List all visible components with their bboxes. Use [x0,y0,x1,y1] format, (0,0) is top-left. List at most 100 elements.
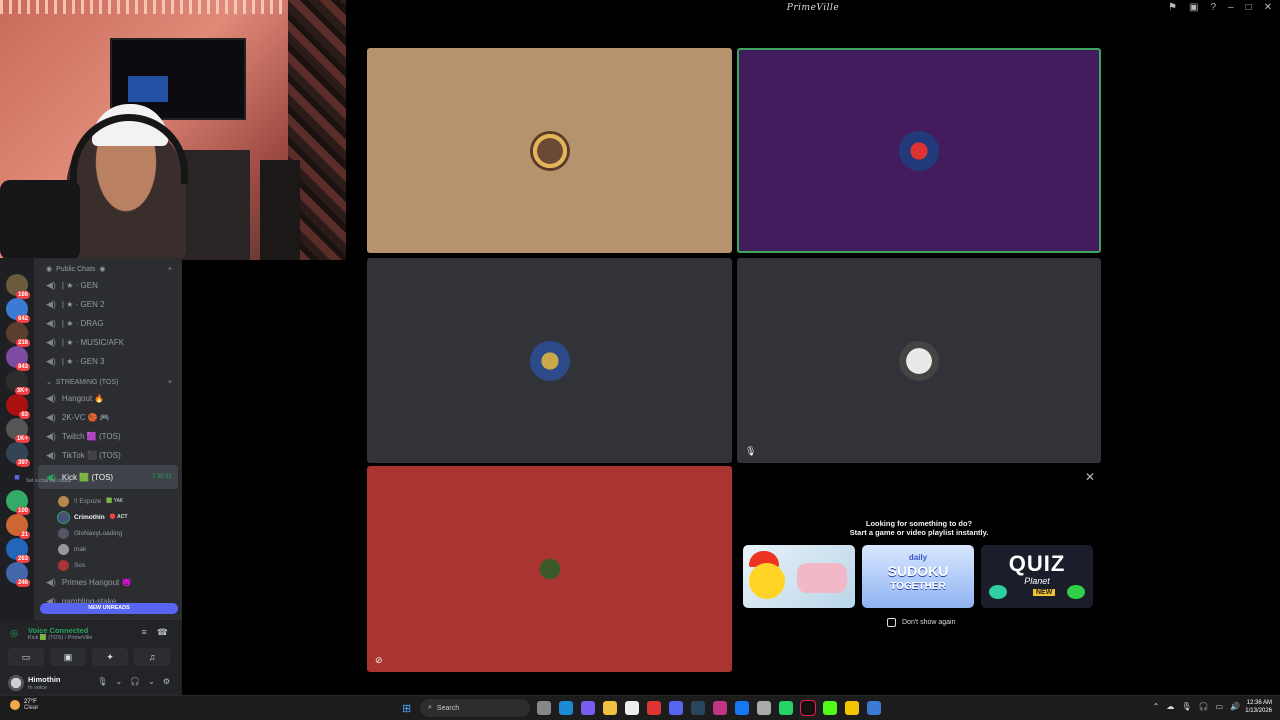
server-icon[interactable]: 100 [6,490,30,515]
edge-icon[interactable] [559,701,573,715]
chatgpt-icon[interactable] [757,701,771,715]
chevron-down-icon[interactable]: ⌄ [115,677,122,686]
minimize-icon[interactable]: – [1228,2,1234,13]
headphones-icon[interactable]: 🎧 [130,677,140,686]
voice-channel[interactable]: ◀) | ★ · GEN 2 [34,295,182,314]
activities-button[interactable]: ✦ [92,648,128,666]
task-view-icon[interactable] [537,701,551,715]
steam-icon[interactable] [691,701,705,715]
username[interactable]: Himothin [28,675,61,684]
taskbar-search[interactable]: ⌕ Search [420,699,530,717]
voice-channel[interactable]: ◀) TikTok ⬛ (TOS) [34,446,182,465]
shelf [180,150,250,260]
folder-icon[interactable]: ■ [6,466,28,488]
server-icon[interactable]: 216 [6,322,30,347]
mic-icon[interactable]: 🎙 [1181,702,1191,711]
participant-tile[interactable] [367,258,732,463]
voice-member[interactable]: GloNavyLoading [34,525,182,541]
add-channel-icon[interactable]: + [168,266,172,273]
participant-tile[interactable] [367,48,732,253]
cloud-icon[interactable]: ☁ [1166,702,1174,711]
server-icon[interactable]: 843 [6,346,30,371]
checkbox[interactable] [887,618,896,627]
microphone-icon[interactable]: 🎙 [97,677,107,686]
whatsapp-icon[interactable] [779,701,793,715]
voice-channel-active[interactable]: ◀) Kick 🟩 (TOS) 7:30:31 [38,465,178,489]
server-icon[interactable]: 3K+ [6,370,30,395]
store-icon[interactable] [625,701,639,715]
globe-icon: ◉ [46,266,53,273]
voice-member[interactable]: Sos [34,557,182,573]
windows-start-icon[interactable]: ⊞ [402,702,411,715]
participant-tile-speaking[interactable] [737,48,1101,253]
server-icon[interactable]: 246 [6,562,30,587]
chevron-down-icon[interactable]: ⌄ [148,677,155,686]
voice-channel[interactable]: ◀) | ★ · DRAG [34,314,182,333]
server-icon[interactable]: 21 [6,514,30,539]
camera-button[interactable]: ▭ [8,648,44,666]
speaker-icon: ◀) [46,337,56,347]
screen-share-button[interactable]: ▣ [50,648,86,666]
category-public-chats[interactable]: ◉ Public Chats ◉ + [34,262,182,276]
server-icon[interactable]: 1K+ [6,418,30,443]
voice-channel[interactable]: ◀) 2K-VC 🏀 🎮 [34,408,182,427]
activity-card-sudoku[interactable]: daily SUDOKU TOGETHER [862,545,974,608]
messenger-icon[interactable] [735,701,749,715]
server-icon[interactable]: 642 [6,298,30,323]
disconnect-icon[interactable]: ☎ [157,627,168,638]
voice-status[interactable]: Voice Connected [28,626,88,635]
new-unreads-button[interactable]: NEW UNREADS [40,603,178,614]
sticky-notes-icon[interactable] [845,701,859,715]
voice-channel[interactable]: ◀) | ★ · MUSIC/AFK [34,333,182,352]
server-icon[interactable]: 166 [6,274,30,299]
voice-channel[interactable]: ◀) | ★ · GEN [34,276,182,295]
activity-card-chick-game[interactable] [743,545,855,608]
speaker-icon: ◀) [46,412,56,422]
gear-icon[interactable]: ⚙ [163,677,170,686]
close-icon[interactable]: ✕ [1264,2,1272,13]
discord-icon[interactable] [669,701,683,715]
voice-channel[interactable]: ◀) Twitch 🟪 (TOS) [34,427,182,446]
network-icon[interactable]: ▭ [1215,702,1223,711]
chevron-up-icon[interactable]: ⌃ [1153,702,1160,711]
category-streaming[interactable]: ⌄ STREAMING (TOS) + [34,375,182,389]
server-icon[interactable]: 397 [6,442,30,467]
noise-suppression-icon[interactable]: ≡ [142,627,147,638]
copilot-icon[interactable] [581,701,595,715]
maximize-icon[interactable]: □ [1246,2,1252,13]
volume-icon[interactable]: 🔊 [1230,702,1240,711]
participant-tile[interactable]: ⊘ [367,466,732,672]
voice-member[interactable]: Crimothin 🔴 ACT [34,509,182,525]
inbox-icon[interactable]: ▣ [1189,2,1198,13]
participant-tile[interactable]: 🎙 [737,258,1101,463]
flag-icon[interactable]: ⚑ [1168,2,1177,13]
help-icon[interactable]: ? [1210,2,1216,13]
avatar [58,495,69,507]
app-icon[interactable] [867,701,881,715]
speaker-icon: ◀) [46,577,56,587]
file-explorer-icon[interactable] [603,701,617,715]
close-icon[interactable]: ✕ [1085,470,1095,484]
dont-show-again[interactable]: Don't show again [887,618,955,627]
activity-card-quiz-planet[interactable]: QUIZ Planet NEW [981,545,1093,608]
tiktok-icon[interactable] [801,701,815,715]
server-icon[interactable]: 263 [6,538,30,563]
voice-channel[interactable]: ◀) | ★ · GEN 3 [34,352,182,371]
headset-icon[interactable]: 🎧 [1199,702,1209,711]
voice-member[interactable]: !! Expoze 🟩 YAK [34,493,182,509]
soundboard-button[interactable]: ♫ [134,648,170,666]
clock[interactable]: 12:36 AM 1/13/2026 [1245,699,1272,715]
chrome-icon[interactable] [647,701,661,715]
instagram-icon[interactable] [713,701,727,715]
voice-location[interactable]: Kick 🟩 (TOS) / PrimeVille [28,635,92,641]
avatar[interactable] [8,675,24,691]
weather-widget[interactable]: 27°F Clear [10,699,38,711]
voice-channel[interactable]: ◀) Primes Hangout 😈 [34,573,182,592]
add-channel-icon[interactable]: + [168,379,172,386]
voice-member[interactable]: mak [34,541,182,557]
server-icon[interactable]: 63 [6,394,30,419]
voice-channel[interactable]: ◀) Hangout 🔥 [34,389,182,408]
channel-status[interactable]: Set a channel status [26,478,71,484]
kick-icon[interactable] [823,701,837,715]
signal-icon[interactable]: ◎ [10,628,18,639]
